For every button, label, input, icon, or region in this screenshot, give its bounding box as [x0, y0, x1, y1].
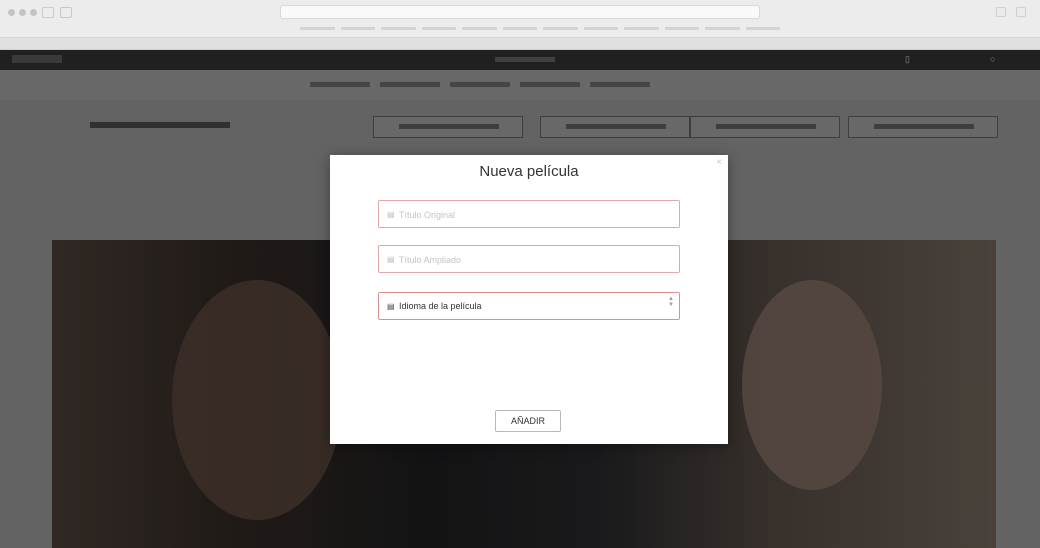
film-icon: ▤ [387, 255, 395, 264]
translated-title-placeholder: Título Ampliado [399, 255, 462, 265]
new-movie-modal: × Nueva película ▤ Título Original ▤ Tít… [330, 155, 728, 444]
browser-toolbar-right[interactable] [996, 7, 1026, 17]
address-bar[interactable] [280, 5, 760, 19]
browser-chrome [0, 0, 1040, 50]
translated-title-input[interactable]: ▤ Título Ampliado [378, 245, 680, 273]
film-icon: ▤ [387, 302, 395, 311]
site-logo[interactable] [12, 55, 62, 63]
language-select-value: Idioma de la película [399, 301, 482, 311]
site-header: ▯ ○ [0, 50, 1040, 70]
menu-icon[interactable]: ▯ [905, 55, 913, 64]
modal-title: Nueva película [479, 163, 579, 180]
chevron-icon: ▲ ▼ [668, 296, 674, 308]
tab-bar [0, 37, 1040, 49]
original-title-placeholder: Título Original [399, 210, 456, 220]
site-header-center [495, 57, 555, 62]
window-controls[interactable] [8, 9, 37, 16]
original-title-input[interactable]: ▤ Título Original [378, 200, 680, 228]
browser-nav-buttons[interactable] [42, 7, 72, 18]
add-button[interactable]: AÑADIR [495, 410, 561, 432]
bookmarks-bar [300, 25, 780, 33]
film-icon: ▤ [387, 210, 395, 219]
language-select[interactable]: ▤ Idioma de la película ▲ ▼ [378, 292, 680, 320]
user-icon[interactable]: ○ [990, 55, 998, 64]
